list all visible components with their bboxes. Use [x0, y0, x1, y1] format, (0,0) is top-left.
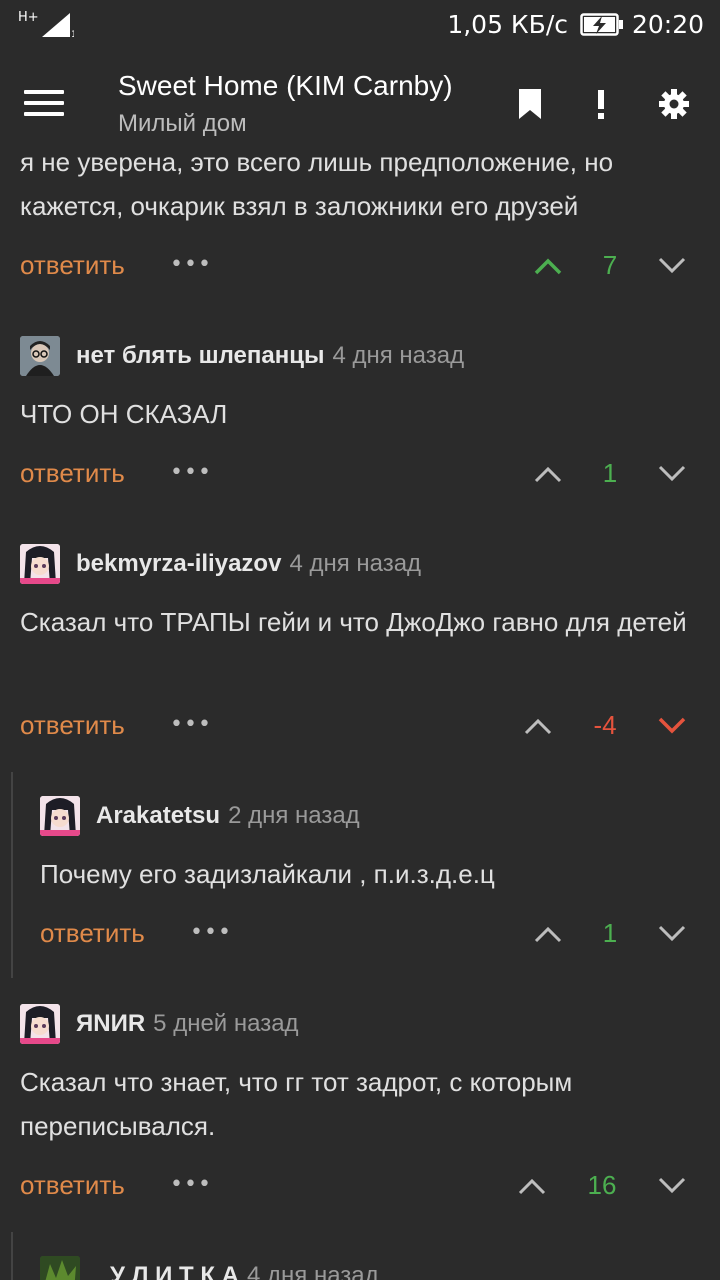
avatar[interactable]: [20, 1004, 60, 1044]
comment-header: bekmyrza-iliyazov 4 дня назад: [20, 542, 421, 586]
more-options-icon[interactable]: •••: [190, 920, 232, 945]
thread-line: [11, 1232, 13, 1280]
page-title: Sweet Home (KIM Carnby): [118, 70, 453, 101]
comment-score: 16: [587, 1170, 617, 1200]
avatar[interactable]: [40, 1256, 80, 1280]
comment-header: ЯNИR 5 дней назад: [20, 1002, 299, 1046]
avatar[interactable]: [20, 336, 60, 376]
comment-score: 1: [602, 458, 618, 488]
comment-time: 4 дня назад: [289, 550, 422, 577]
page-subtitle: Милый дом: [118, 110, 247, 137]
comment-author[interactable]: bekmyrza-iliyazov: [76, 550, 281, 578]
reply-button[interactable]: ответить: [20, 710, 125, 741]
bookmark-icon[interactable]: [516, 88, 544, 120]
comment-header: Arakatetsu 2 дня назад: [40, 794, 360, 838]
downvote-icon[interactable]: [657, 256, 687, 276]
downvote-icon[interactable]: [657, 924, 687, 944]
menu-icon[interactable]: [24, 90, 64, 120]
comment-text: Почему его задизлайкали , п.и.з.д.е.ц: [40, 859, 495, 889]
reply-button[interactable]: ответить: [20, 250, 125, 281]
report-icon[interactable]: [594, 90, 608, 120]
avatar[interactable]: [40, 796, 80, 836]
network-speed: 1,05 КБ/с: [447, 10, 568, 39]
settings-gear-icon[interactable]: [658, 88, 690, 120]
upvote-icon[interactable]: [533, 464, 563, 484]
more-options-icon[interactable]: •••: [170, 460, 212, 485]
comment-score: 7: [602, 250, 618, 280]
reply-button[interactable]: ответить: [20, 458, 125, 489]
comment-time: 4 дня назад: [247, 1262, 379, 1280]
comment-text: Сказал что ТРАПЫ гейи и что ДжоДжо гавно…: [20, 607, 687, 637]
comment-header: У Л И Т К А 4 дня назад: [40, 1254, 379, 1280]
upvote-icon[interactable]: [533, 924, 563, 944]
comment-author[interactable]: У Л И Т К А: [110, 1262, 239, 1280]
upvote-icon[interactable]: [517, 1176, 547, 1196]
downvote-icon[interactable]: [657, 716, 687, 736]
comment-time: 5 дней назад: [153, 1010, 299, 1037]
comment-time: 4 дня назад: [332, 342, 465, 369]
comment-text: ЧТО ОН СКАЗАЛ: [20, 399, 228, 429]
comment-text: я не уверена, это всего лишь предположен…: [20, 147, 614, 221]
svg-text:1: 1: [71, 30, 74, 38]
comment-score: -4: [593, 710, 617, 740]
upvote-icon[interactable]: [533, 256, 563, 276]
reply-button[interactable]: ответить: [40, 918, 145, 949]
app-toolbar: Sweet Home (KIM Carnby) Милый дом: [0, 50, 720, 150]
more-options-icon[interactable]: •••: [170, 252, 212, 277]
comments-list: я не уверена, это всего лишь предположен…: [0, 0, 720, 1280]
comment-author[interactable]: нет блять шлепанцы: [76, 342, 324, 370]
reply-button[interactable]: ответить: [20, 1170, 125, 1201]
upvote-icon[interactable]: [523, 716, 553, 736]
thread-line: [11, 772, 13, 978]
comment-author[interactable]: Arakatetsu: [96, 802, 220, 830]
clock: 20:20: [631, 10, 704, 39]
comment-time: 2 дня назад: [228, 802, 360, 829]
battery-charging-icon: [580, 13, 623, 36]
comment-author[interactable]: ЯNИR: [76, 1010, 145, 1038]
avatar[interactable]: [20, 544, 60, 584]
more-options-icon[interactable]: •••: [170, 712, 212, 737]
signal-icon: 1: [42, 13, 74, 38]
status-bar: H+ 1 1,05 КБ/с 20:20: [0, 0, 720, 50]
downvote-icon[interactable]: [657, 464, 687, 484]
comment-header: нет блять шлепанцы 4 дня назад: [20, 334, 464, 378]
comment-text: Сказал что знает, что гг тот задрот, с к…: [20, 1067, 573, 1141]
downvote-icon[interactable]: [657, 1176, 687, 1196]
comment-score: 1: [602, 918, 618, 948]
network-type: H+: [18, 10, 39, 25]
more-options-icon[interactable]: •••: [170, 1172, 212, 1197]
